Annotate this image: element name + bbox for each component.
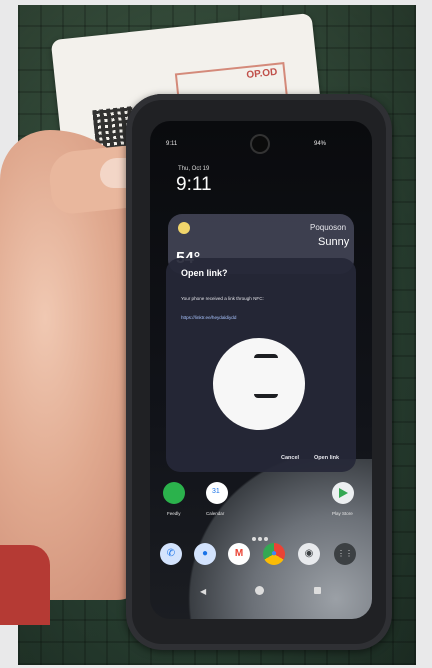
- home-icon[interactable]: [255, 586, 264, 595]
- sun-icon: [178, 222, 190, 234]
- feedly-label: Feedly: [167, 511, 181, 516]
- lockscreen-clock: 9:11: [176, 174, 212, 195]
- status-time: 9:11: [166, 141, 178, 147]
- dialog-link-url: https://linktr.ee/heydaldiydd: [181, 315, 237, 320]
- weather-condition: Sunny: [318, 236, 350, 248]
- back-icon[interactable]: ◀: [200, 587, 206, 596]
- front-camera-icon: [252, 136, 268, 152]
- calendar-app-icon[interactable]: [206, 482, 228, 504]
- playstore-label: Play Store: [332, 511, 353, 516]
- gmail-icon[interactable]: M: [228, 543, 250, 565]
- dialog-message: Your phone received a link through NFC:: [181, 296, 264, 301]
- status-battery: 94%: [314, 141, 327, 147]
- nfc-phone-icon: [254, 354, 278, 398]
- camera-icon[interactable]: ◉: [298, 543, 320, 565]
- chrome-icon[interactable]: ●: [263, 543, 285, 565]
- cancel-button[interactable]: Cancel: [281, 455, 299, 461]
- recents-icon[interactable]: [314, 587, 321, 594]
- play-triangle-icon: [339, 488, 348, 498]
- phone-icon[interactable]: ✆: [160, 543, 182, 565]
- page-dot: [252, 537, 256, 541]
- page-dot: [258, 537, 262, 541]
- red-sleeve: [0, 545, 50, 625]
- open-link-button[interactable]: Open link: [314, 455, 339, 461]
- dialog-title: Open link?: [181, 268, 228, 278]
- contacts-icon[interactable]: ●: [194, 543, 216, 565]
- apps-icon[interactable]: ⋮⋮: [334, 543, 356, 565]
- weather-location: Poquoson: [310, 223, 347, 232]
- page-dot: [264, 537, 268, 541]
- calendar-label: Calendar: [206, 511, 225, 516]
- lockscreen-date: Thu, Oct 19: [178, 166, 210, 172]
- feedly-app-icon[interactable]: [163, 482, 185, 504]
